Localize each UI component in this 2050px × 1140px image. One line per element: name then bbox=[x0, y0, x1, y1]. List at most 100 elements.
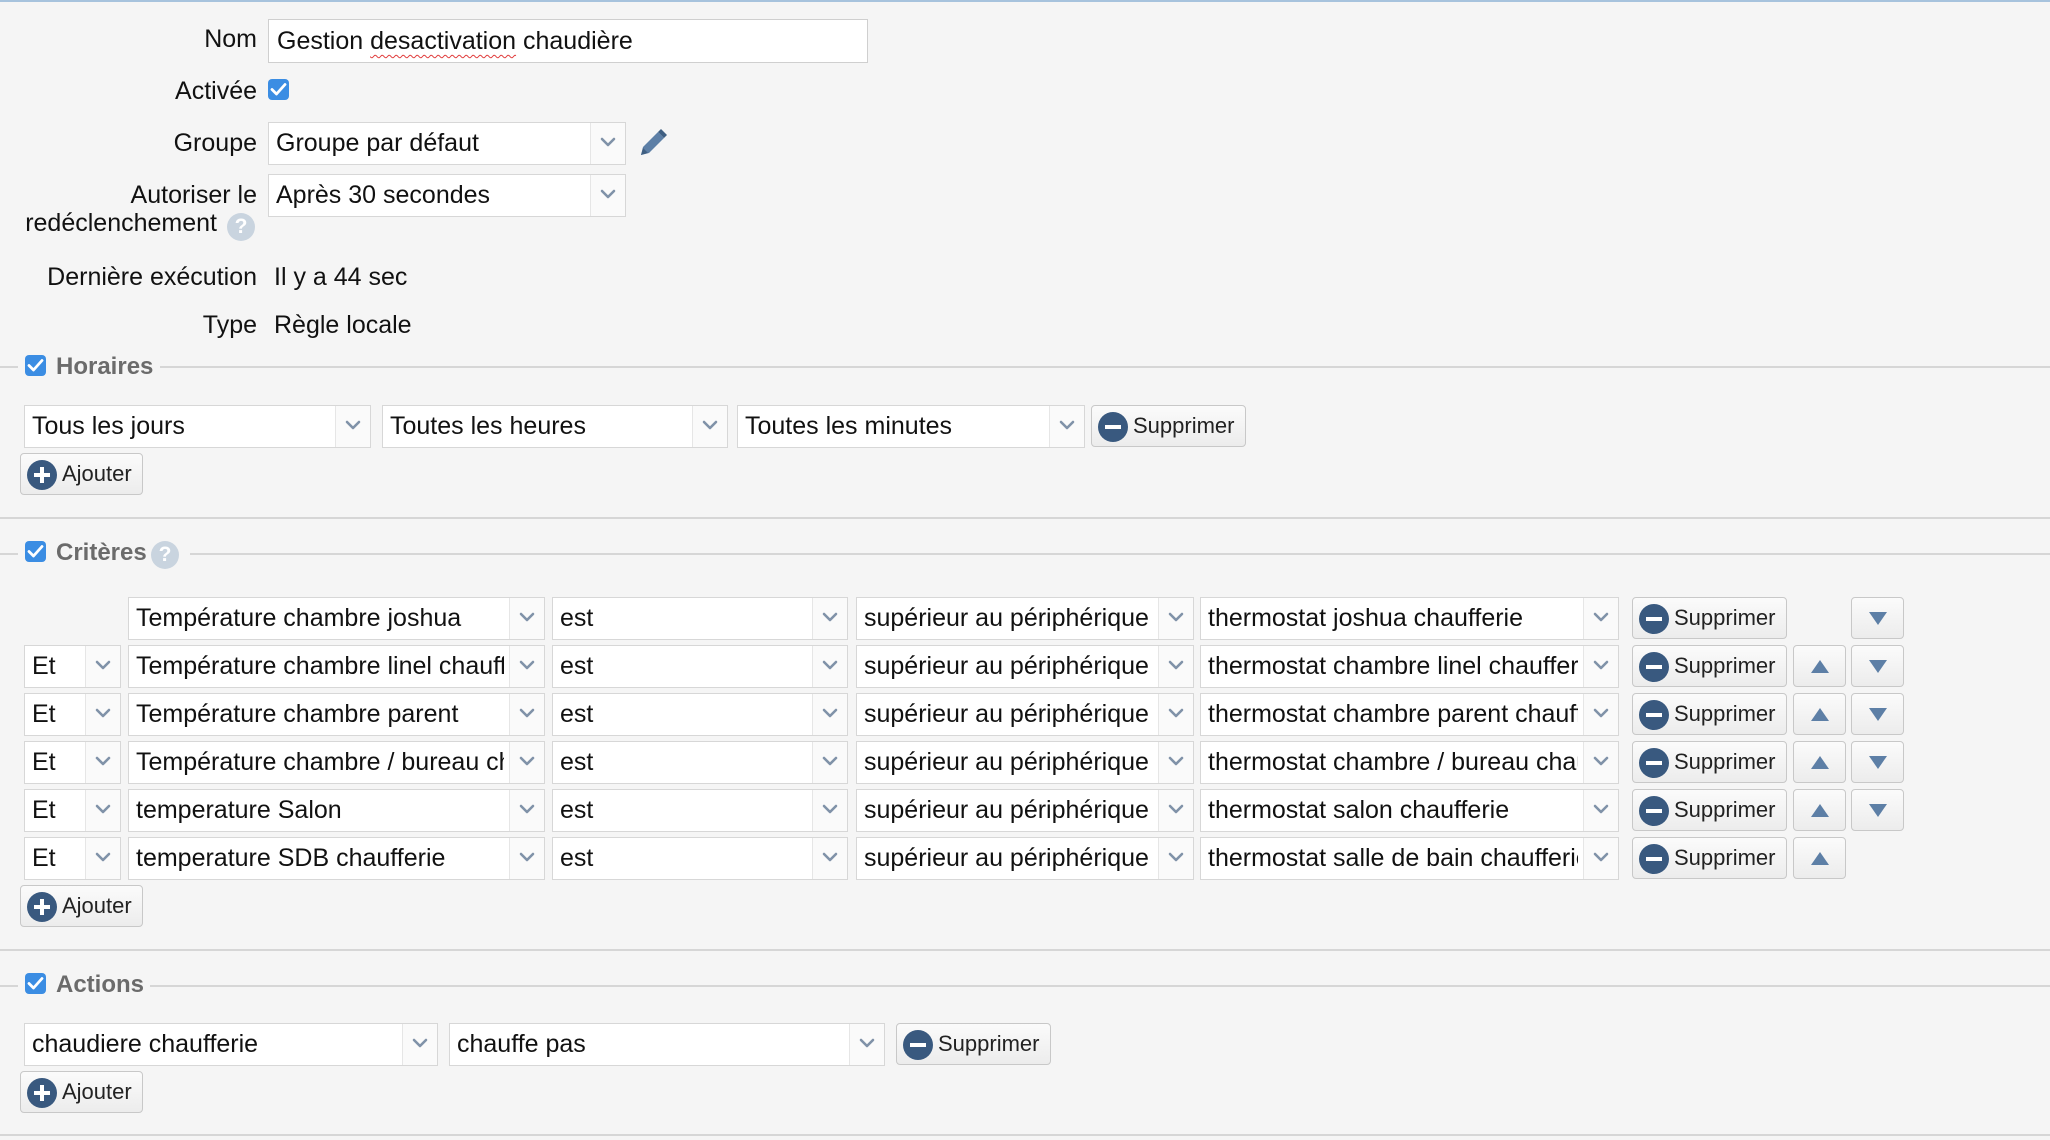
minutes-select[interactable]: Toutes les minutes bbox=[737, 405, 1085, 448]
chevron-down-icon bbox=[692, 406, 727, 447]
checkmark-icon bbox=[270, 83, 287, 96]
checkmark-icon bbox=[27, 359, 44, 372]
critere-device-select[interactable]: Température chambre / bureau cha bbox=[128, 741, 545, 784]
critere-delete-button[interactable]: Supprimer bbox=[1632, 693, 1787, 735]
critere-compare-select-value: supérieur au périphérique bbox=[864, 748, 1149, 776]
move-up-button[interactable] bbox=[1793, 741, 1846, 783]
autoriser-select[interactable]: Après 30 secondes bbox=[268, 174, 626, 217]
move-down-button[interactable] bbox=[1851, 597, 1904, 639]
critere-device-select[interactable]: temperature Salon bbox=[128, 789, 545, 832]
move-up-button[interactable] bbox=[1793, 645, 1846, 687]
critere-device-select[interactable]: Température chambre joshua bbox=[128, 597, 545, 640]
move-down-button[interactable] bbox=[1851, 741, 1904, 783]
horaires-checkbox[interactable] bbox=[25, 355, 46, 376]
critere-delete-button[interactable]: Supprimer bbox=[1632, 597, 1787, 639]
criteres-checkbox[interactable] bbox=[25, 541, 46, 562]
critere-operator-select[interactable]: est bbox=[552, 597, 848, 640]
type-label: Type bbox=[202, 311, 257, 339]
critere-operator-select[interactable]: est bbox=[552, 645, 848, 688]
nom-input[interactable]: Gestion desactivation chaudière bbox=[268, 19, 868, 63]
critere-compare-select-value: supérieur au périphérique bbox=[864, 796, 1149, 824]
critere-target-select[interactable]: thermostat chambre parent chauffe bbox=[1200, 693, 1619, 736]
add-label: Ajouter bbox=[62, 461, 132, 486]
critere-operator-select[interactable]: est bbox=[552, 741, 848, 784]
pencil-icon[interactable] bbox=[636, 126, 668, 160]
critere-target-select[interactable]: thermostat chambre linel chaufferie bbox=[1200, 645, 1619, 688]
move-down-button[interactable] bbox=[1851, 789, 1904, 831]
critere-compare-select[interactable]: supérieur au périphérique bbox=[856, 645, 1194, 688]
add-label: Ajouter bbox=[62, 1079, 132, 1104]
chevron-down-icon bbox=[812, 646, 847, 687]
activee-checkbox[interactable] bbox=[268, 79, 289, 100]
critere-compare-select-value: supérieur au périphérique bbox=[864, 652, 1149, 680]
chevron-down-icon bbox=[402, 1024, 437, 1065]
checkmark-icon bbox=[27, 545, 44, 558]
autoriser-label-line1: Autoriser le bbox=[130, 181, 257, 209]
critere-target-select[interactable]: thermostat salle de bain chaufferie bbox=[1200, 837, 1619, 880]
critere-device-select-value: Température chambre joshua bbox=[136, 604, 462, 632]
plus-circle-icon bbox=[27, 892, 57, 922]
plus-circle-icon bbox=[27, 460, 57, 490]
critere-logic-select[interactable]: Et bbox=[24, 645, 121, 688]
move-up-button[interactable] bbox=[1793, 789, 1846, 831]
critere-delete-button[interactable]: Supprimer bbox=[1632, 741, 1787, 783]
chevron-down-icon bbox=[1583, 742, 1618, 783]
critere-logic-select[interactable]: Et bbox=[24, 693, 121, 736]
critere-delete-button[interactable]: Supprimer bbox=[1632, 789, 1787, 831]
move-up-button[interactable] bbox=[1793, 837, 1846, 879]
critere-delete-button[interactable]: Supprimer bbox=[1632, 837, 1787, 879]
action-value-select[interactable]: chauffe pas bbox=[449, 1023, 885, 1066]
plus-circle-icon bbox=[27, 1078, 57, 1108]
critere-device-select[interactable]: temperature SDB chaufferie bbox=[128, 837, 545, 880]
critere-operator-select[interactable]: est bbox=[552, 789, 848, 832]
nom-label: Nom bbox=[204, 25, 257, 53]
critere-logic-select[interactable]: Et bbox=[24, 837, 121, 880]
critere-target-select-value: thermostat joshua chaufferie bbox=[1208, 604, 1524, 632]
critere-operator-select[interactable]: est bbox=[552, 693, 848, 736]
critere-compare-select[interactable]: supérieur au périphérique bbox=[856, 741, 1194, 784]
critere-logic-select[interactable]: Et bbox=[24, 741, 121, 784]
question-mark-icon[interactable]: ? bbox=[227, 213, 255, 241]
horaire-add-button[interactable]: Ajouter bbox=[20, 453, 143, 495]
actions-checkbox[interactable] bbox=[25, 973, 46, 994]
top-border bbox=[0, 0, 2050, 2]
critere-operator-select-value: est bbox=[560, 844, 594, 872]
move-down-button[interactable] bbox=[1851, 693, 1904, 735]
move-up-button[interactable] bbox=[1793, 693, 1846, 735]
critere-target-select[interactable]: thermostat salon chaufferie bbox=[1200, 789, 1619, 832]
critere-delete-button[interactable]: Supprimer bbox=[1632, 645, 1787, 687]
question-mark-icon[interactable]: ? bbox=[151, 541, 179, 569]
critere-compare-select[interactable]: supérieur au périphérique bbox=[856, 597, 1194, 640]
critere-compare-select[interactable]: supérieur au périphérique bbox=[856, 693, 1194, 736]
horaire-delete-button[interactable]: Supprimer bbox=[1091, 405, 1246, 447]
critere-add-button[interactable]: Ajouter bbox=[20, 885, 143, 927]
critere-target-select[interactable]: thermostat joshua chaufferie bbox=[1200, 597, 1619, 640]
groupe-select[interactable]: Groupe par défaut bbox=[268, 122, 626, 165]
section-divider bbox=[0, 985, 18, 987]
critere-operator-select[interactable]: est bbox=[552, 837, 848, 880]
critere-device-select[interactable]: Température chambre linel chauffe bbox=[128, 645, 545, 688]
action-add-button[interactable]: Ajouter bbox=[20, 1071, 143, 1113]
critere-compare-select-value: supérieur au périphérique bbox=[864, 700, 1149, 728]
critere-target-select-value: thermostat salle de bain chaufferie bbox=[1208, 844, 1578, 872]
chevron-down-icon bbox=[590, 123, 625, 164]
critere-compare-select[interactable]: supérieur au périphérique bbox=[856, 837, 1194, 880]
move-down-button[interactable] bbox=[1851, 645, 1904, 687]
critere-target-select[interactable]: thermostat chambre / bureau chau bbox=[1200, 741, 1619, 784]
heures-select[interactable]: Toutes les heures bbox=[382, 405, 728, 448]
delete-label: Supprimer bbox=[1674, 653, 1776, 678]
action-delete-button[interactable]: Supprimer bbox=[896, 1023, 1051, 1065]
activee-label: Activée bbox=[175, 77, 257, 105]
chevron-down-icon bbox=[1583, 790, 1618, 831]
action-device-select[interactable]: chaudiere chaufferie bbox=[24, 1023, 438, 1066]
chevron-down-icon bbox=[509, 742, 544, 783]
critere-logic-select[interactable]: Et bbox=[24, 789, 121, 832]
jours-select[interactable]: Tous les jours bbox=[24, 405, 371, 448]
critere-device-select[interactable]: Température chambre parent bbox=[128, 693, 545, 736]
chevron-down-icon bbox=[509, 646, 544, 687]
triangle-up-icon bbox=[1811, 756, 1829, 769]
section-separator bbox=[0, 517, 2050, 519]
critere-logic-select-value: Et bbox=[32, 700, 56, 728]
critere-compare-select[interactable]: supérieur au périphérique bbox=[856, 789, 1194, 832]
actions-title: Actions bbox=[56, 971, 145, 998]
